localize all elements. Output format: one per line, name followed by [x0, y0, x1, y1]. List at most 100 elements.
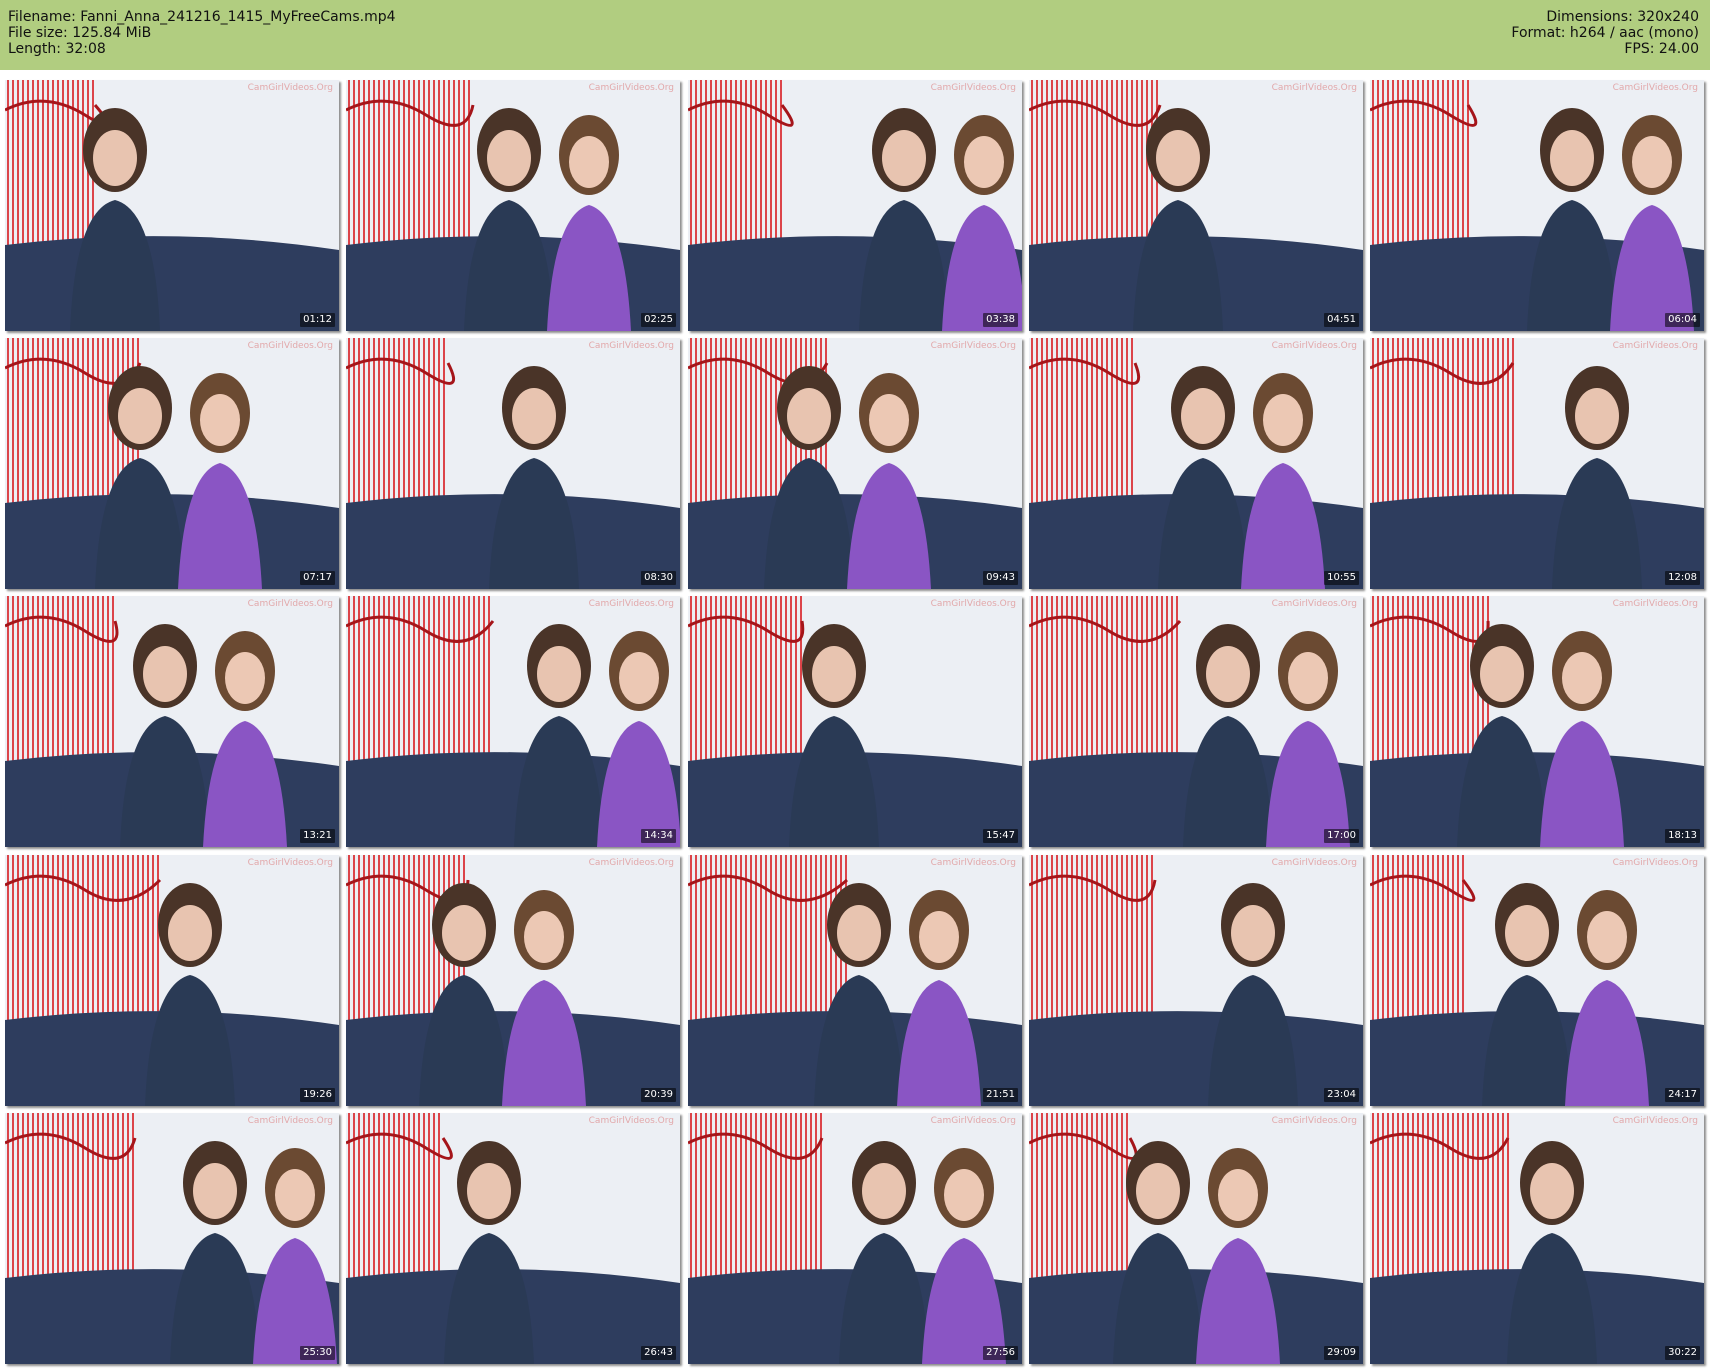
thumbnail-frame: CamGirlVideos.Org 04:51 [1029, 80, 1363, 331]
timestamp-label: 15:47 [983, 829, 1018, 843]
thumbnail-frame: CamGirlVideos.Org 02:25 [346, 80, 680, 331]
thumbnail-frame: CamGirlVideos.Org 07:17 [5, 338, 339, 589]
video-frame-image [346, 80, 680, 331]
thumbnail-frame: CamGirlVideos.Org 26:43 [346, 1113, 680, 1364]
thumbnail-frame: CamGirlVideos.Org 23:04 [1029, 855, 1363, 1106]
thumbnail-frame: CamGirlVideos.Org 21:51 [688, 855, 1022, 1106]
video-frame-image [1029, 596, 1363, 847]
thumbnail-frame: CamGirlVideos.Org 15:47 [688, 596, 1022, 847]
watermark-text: CamGirlVideos.Org [930, 599, 1016, 609]
watermark-text: CamGirlVideos.Org [1271, 1116, 1357, 1126]
thumbnail-frame: CamGirlVideos.Org 08:30 [346, 338, 680, 589]
watermark-text: CamGirlVideos.Org [588, 341, 674, 351]
timestamp-label: 21:51 [983, 1088, 1018, 1102]
timestamp-label: 14:34 [641, 829, 676, 843]
watermark-text: CamGirlVideos.Org [1612, 83, 1698, 93]
video-frame-image [1370, 855, 1704, 1106]
timestamp-label: 24:17 [1665, 1088, 1700, 1102]
timestamp-label: 26:43 [641, 1346, 676, 1360]
timestamp-label: 10:55 [1324, 571, 1359, 585]
thumbnail-grid: CamGirlVideos.Org 01:12 CamGirlVideos.Org 0… [0, 70, 1710, 1370]
video-frame-image [688, 596, 1022, 847]
video-frame-image [346, 596, 680, 847]
watermark-text: CamGirlVideos.Org [247, 1116, 333, 1126]
filesize-text: File size: 125.84 MiB [8, 25, 152, 41]
timestamp-label: 18:13 [1665, 829, 1700, 843]
video-frame-image [688, 855, 1022, 1106]
dimensions-text: Dimensions: 320x240 [1546, 9, 1699, 25]
timestamp-label: 07:17 [300, 571, 335, 585]
thumbnail-frame: CamGirlVideos.Org 20:39 [346, 855, 680, 1106]
fps-text: FPS: 24.00 [1624, 41, 1699, 57]
video-frame-image [1029, 80, 1363, 331]
timestamp-label: 20:39 [641, 1088, 676, 1102]
watermark-text: CamGirlVideos.Org [247, 341, 333, 351]
file-info: Filename: Fanni_Anna_241216_1415_MyFreeC… [8, 9, 396, 57]
watermark-text: CamGirlVideos.Org [247, 83, 333, 93]
video-frame-image [1370, 80, 1704, 331]
timestamp-label: 06:04 [1665, 313, 1700, 327]
watermark-text: CamGirlVideos.Org [1271, 599, 1357, 609]
watermark-text: CamGirlVideos.Org [930, 83, 1016, 93]
watermark-text: CamGirlVideos.Org [588, 858, 674, 868]
watermark-text: CamGirlVideos.Org [1612, 599, 1698, 609]
thumbnail-frame: CamGirlVideos.Org 09:43 [688, 338, 1022, 589]
thumbnail-frame: CamGirlVideos.Org 01:12 [5, 80, 339, 331]
timestamp-label: 13:21 [300, 829, 335, 843]
video-frame-image [1370, 1113, 1704, 1364]
video-frame-image [346, 338, 680, 589]
video-frame-image [5, 596, 339, 847]
watermark-text: CamGirlVideos.Org [930, 858, 1016, 868]
timestamp-label: 03:38 [983, 313, 1018, 327]
watermark-text: CamGirlVideos.Org [1612, 341, 1698, 351]
timestamp-label: 27:56 [983, 1346, 1018, 1360]
watermark-text: CamGirlVideos.Org [1612, 1116, 1698, 1126]
watermark-text: CamGirlVideos.Org [588, 83, 674, 93]
timestamp-label: 12:08 [1665, 571, 1700, 585]
thumbnail-frame: CamGirlVideos.Org 13:21 [5, 596, 339, 847]
video-frame-image [1029, 338, 1363, 589]
length-text: Length: 32:08 [8, 41, 106, 57]
thumbnail-frame: CamGirlVideos.Org 14:34 [346, 596, 680, 847]
watermark-text: CamGirlVideos.Org [247, 599, 333, 609]
thumbnail-frame: CamGirlVideos.Org 29:09 [1029, 1113, 1363, 1364]
video-frame-image [5, 80, 339, 331]
thumbnail-frame: CamGirlVideos.Org 10:55 [1029, 338, 1363, 589]
video-info: Dimensions: 320x240 Format: h264 / aac (… [1511, 9, 1699, 57]
thumbnail-frame: CamGirlVideos.Org 06:04 [1370, 80, 1704, 331]
timestamp-label: 29:09 [1324, 1346, 1359, 1360]
thumbnail-frame: CamGirlVideos.Org 18:13 [1370, 596, 1704, 847]
timestamp-label: 08:30 [641, 571, 676, 585]
timestamp-label: 25:30 [300, 1346, 335, 1360]
watermark-text: CamGirlVideos.Org [1271, 858, 1357, 868]
timestamp-label: 17:00 [1324, 829, 1359, 843]
format-text: Format: h264 / aac (mono) [1511, 25, 1699, 41]
video-frame-image [1029, 855, 1363, 1106]
video-frame-image [5, 338, 339, 589]
video-frame-image [346, 855, 680, 1106]
thumbnail-frame: CamGirlVideos.Org 30:22 [1370, 1113, 1704, 1364]
watermark-text: CamGirlVideos.Org [1271, 83, 1357, 93]
watermark-text: CamGirlVideos.Org [1612, 858, 1698, 868]
timestamp-label: 23:04 [1324, 1088, 1359, 1102]
video-frame-image [1370, 596, 1704, 847]
video-frame-image [1029, 1113, 1363, 1364]
thumbnail-frame: CamGirlVideos.Org 17:00 [1029, 596, 1363, 847]
timestamp-label: 04:51 [1324, 313, 1359, 327]
timestamp-label: 09:43 [983, 571, 1018, 585]
thumbnail-frame: CamGirlVideos.Org 27:56 [688, 1113, 1022, 1364]
thumbnail-frame: CamGirlVideos.Org 19:26 [5, 855, 339, 1106]
filename-text: Filename: Fanni_Anna_241216_1415_MyFreeC… [8, 9, 396, 25]
watermark-text: CamGirlVideos.Org [930, 341, 1016, 351]
video-frame-image [5, 1113, 339, 1364]
thumbnail-frame: CamGirlVideos.Org 24:17 [1370, 855, 1704, 1106]
thumbnail-frame: CamGirlVideos.Org 25:30 [5, 1113, 339, 1364]
video-frame-image [688, 80, 1022, 331]
video-frame-image [688, 1113, 1022, 1364]
timestamp-label: 01:12 [300, 313, 335, 327]
contact-sheet-header: Filename: Fanni_Anna_241216_1415_MyFreeC… [0, 0, 1710, 70]
timestamp-label: 19:26 [300, 1088, 335, 1102]
watermark-text: CamGirlVideos.Org [247, 858, 333, 868]
watermark-text: CamGirlVideos.Org [588, 599, 674, 609]
timestamp-label: 02:25 [641, 313, 676, 327]
